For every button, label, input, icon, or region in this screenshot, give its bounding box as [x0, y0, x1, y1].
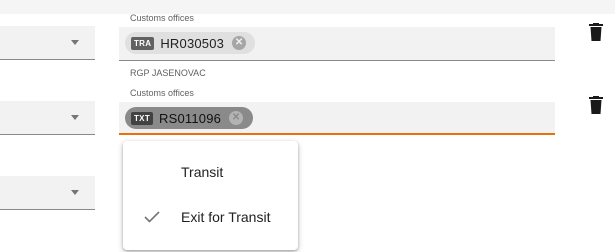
chevron-down-icon [71, 40, 79, 45]
menu-item-exit-for-transit[interactable]: Exit for Transit [123, 197, 298, 237]
office-field-label: Customs offices [130, 13, 194, 23]
chevron-down-icon [71, 190, 79, 195]
check-icon [144, 211, 160, 223]
office-field-label: Customs offices [130, 88, 194, 98]
chip-type-badge: TXT [131, 111, 154, 125]
trash-icon[interactable] [589, 23, 603, 41]
top-band [0, 0, 615, 14]
menu-item-label: Exit for Transit [181, 209, 271, 225]
chip-type-badge: TRA [131, 36, 155, 50]
office-name: RGP JASENOVAC [130, 68, 206, 78]
select-field-3[interactable] [0, 176, 95, 210]
close-icon[interactable]: ✕ [232, 36, 247, 50]
menu-item-label: Transit [181, 164, 224, 180]
close-icon[interactable]: ✕ [229, 111, 244, 125]
office-chip[interactable]: TXT RS011096 ✕ [125, 107, 253, 129]
chip-value: HR030503 [160, 35, 225, 51]
chevron-down-icon [71, 115, 79, 120]
transit-type-menu: Transit Exit for Transit [123, 141, 298, 250]
office-chip[interactable]: TRA HR030503 ✕ [125, 32, 255, 54]
select-field-1[interactable] [0, 26, 95, 60]
trash-icon[interactable] [589, 96, 603, 114]
select-field-2[interactable] [0, 101, 95, 135]
menu-item-transit[interactable]: Transit [123, 152, 298, 192]
chip-value: RS011096 [159, 110, 222, 126]
